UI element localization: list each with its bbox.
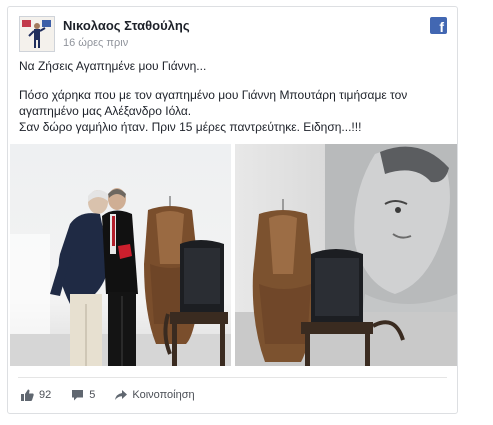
- post-text-line: Πόσο χάρηκα που με τον αγαπημένο μου Γιά…: [19, 88, 408, 102]
- post-text: Να Ζήσεις Αγαπημένε μου Γιάννη... Πόσο χ…: [19, 58, 449, 135]
- share-arrow-icon: [115, 389, 128, 400]
- like-count-value: 92: [39, 389, 52, 401]
- like-count[interactable]: 92: [21, 389, 51, 401]
- avatar-image: [20, 17, 54, 51]
- post-text-line: Σαν δώρο γαμήλιο ήταν. Πριν 15 μέρες παν…: [19, 120, 362, 134]
- comment-bubble-icon: [72, 390, 84, 401]
- photo-left-image: [10, 144, 231, 366]
- post-text-line: Να Ζήσεις Αγαπημένε μου Γιάννη...: [19, 59, 207, 73]
- share-label: Κοινοποίηση: [132, 389, 195, 401]
- author-avatar[interactable]: [19, 16, 55, 52]
- facebook-icon[interactable]: f: [430, 17, 447, 34]
- post-card: Νικολαος Σταθούλης 16 ώρες πριν f Να Ζήσ…: [7, 6, 458, 414]
- author-name[interactable]: Νικολαος Σταθούλης: [63, 18, 190, 33]
- post-actions: 92 5 Κοινοποίηση: [21, 386, 215, 404]
- photo-left[interactable]: [10, 144, 231, 366]
- post-text-line: αγαπημένο μας Αλέξανδρο Ιόλα.: [19, 104, 192, 118]
- comment-count-value: 5: [89, 389, 96, 401]
- photo-right-image: [235, 144, 457, 366]
- photo-right[interactable]: [235, 144, 457, 366]
- thumbs-up-icon: [21, 389, 34, 401]
- actions-divider: [18, 377, 447, 378]
- share-button[interactable]: Κοινοποίηση: [115, 389, 195, 401]
- post-header: Νικολαος Σταθούλης 16 ώρες πριν f: [19, 16, 447, 52]
- post-timestamp[interactable]: 16 ώρες πριν: [63, 37, 128, 49]
- post-photos: [10, 144, 457, 366]
- comment-count[interactable]: 5: [71, 389, 95, 401]
